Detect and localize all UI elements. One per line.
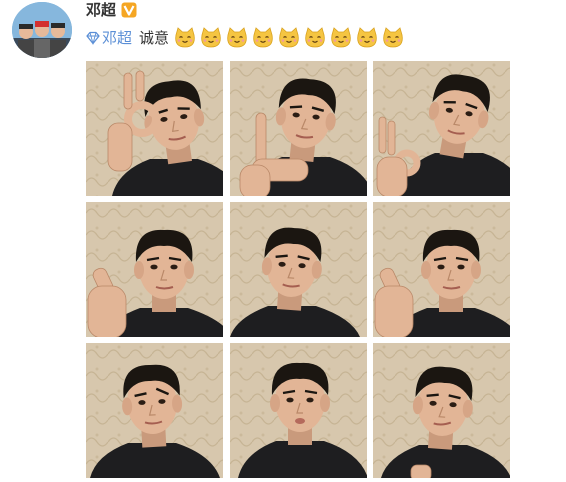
post-content: 邓超 诚意 [86,27,405,49]
photo-thumbnail[interactable] [373,61,510,196]
cat-emoji [355,26,379,50]
verified-badge-icon [121,2,137,18]
cat-emoji [251,26,275,50]
photo-thumbnail[interactable] [373,343,510,478]
cat-emoji [381,26,405,50]
photo-thumbnail[interactable] [229,343,367,478]
diamond-icon [86,31,100,45]
photo-thumbnail[interactable] [86,61,223,196]
avatar[interactable] [12,2,72,58]
emoji-row [173,26,405,50]
photo-grid [86,61,510,478]
mention-name: 邓超 [102,29,133,47]
photo-thumbnail[interactable] [86,202,223,337]
mention-link[interactable]: 邓超 [86,28,132,48]
cat-emoji [199,26,223,50]
post-text: 诚意 [139,29,170,47]
author-header: 邓超 [86,0,137,20]
cat-emoji [173,26,197,50]
cat-emoji [225,26,249,50]
cat-emoji [277,26,301,50]
photo-thumbnail[interactable] [229,202,367,337]
author-name[interactable]: 邓超 [86,1,116,19]
photo-thumbnail[interactable] [229,61,367,196]
photo-thumbnail[interactable] [373,202,510,337]
cat-emoji [329,26,353,50]
cat-emoji [303,26,327,50]
photo-thumbnail[interactable] [86,343,223,478]
